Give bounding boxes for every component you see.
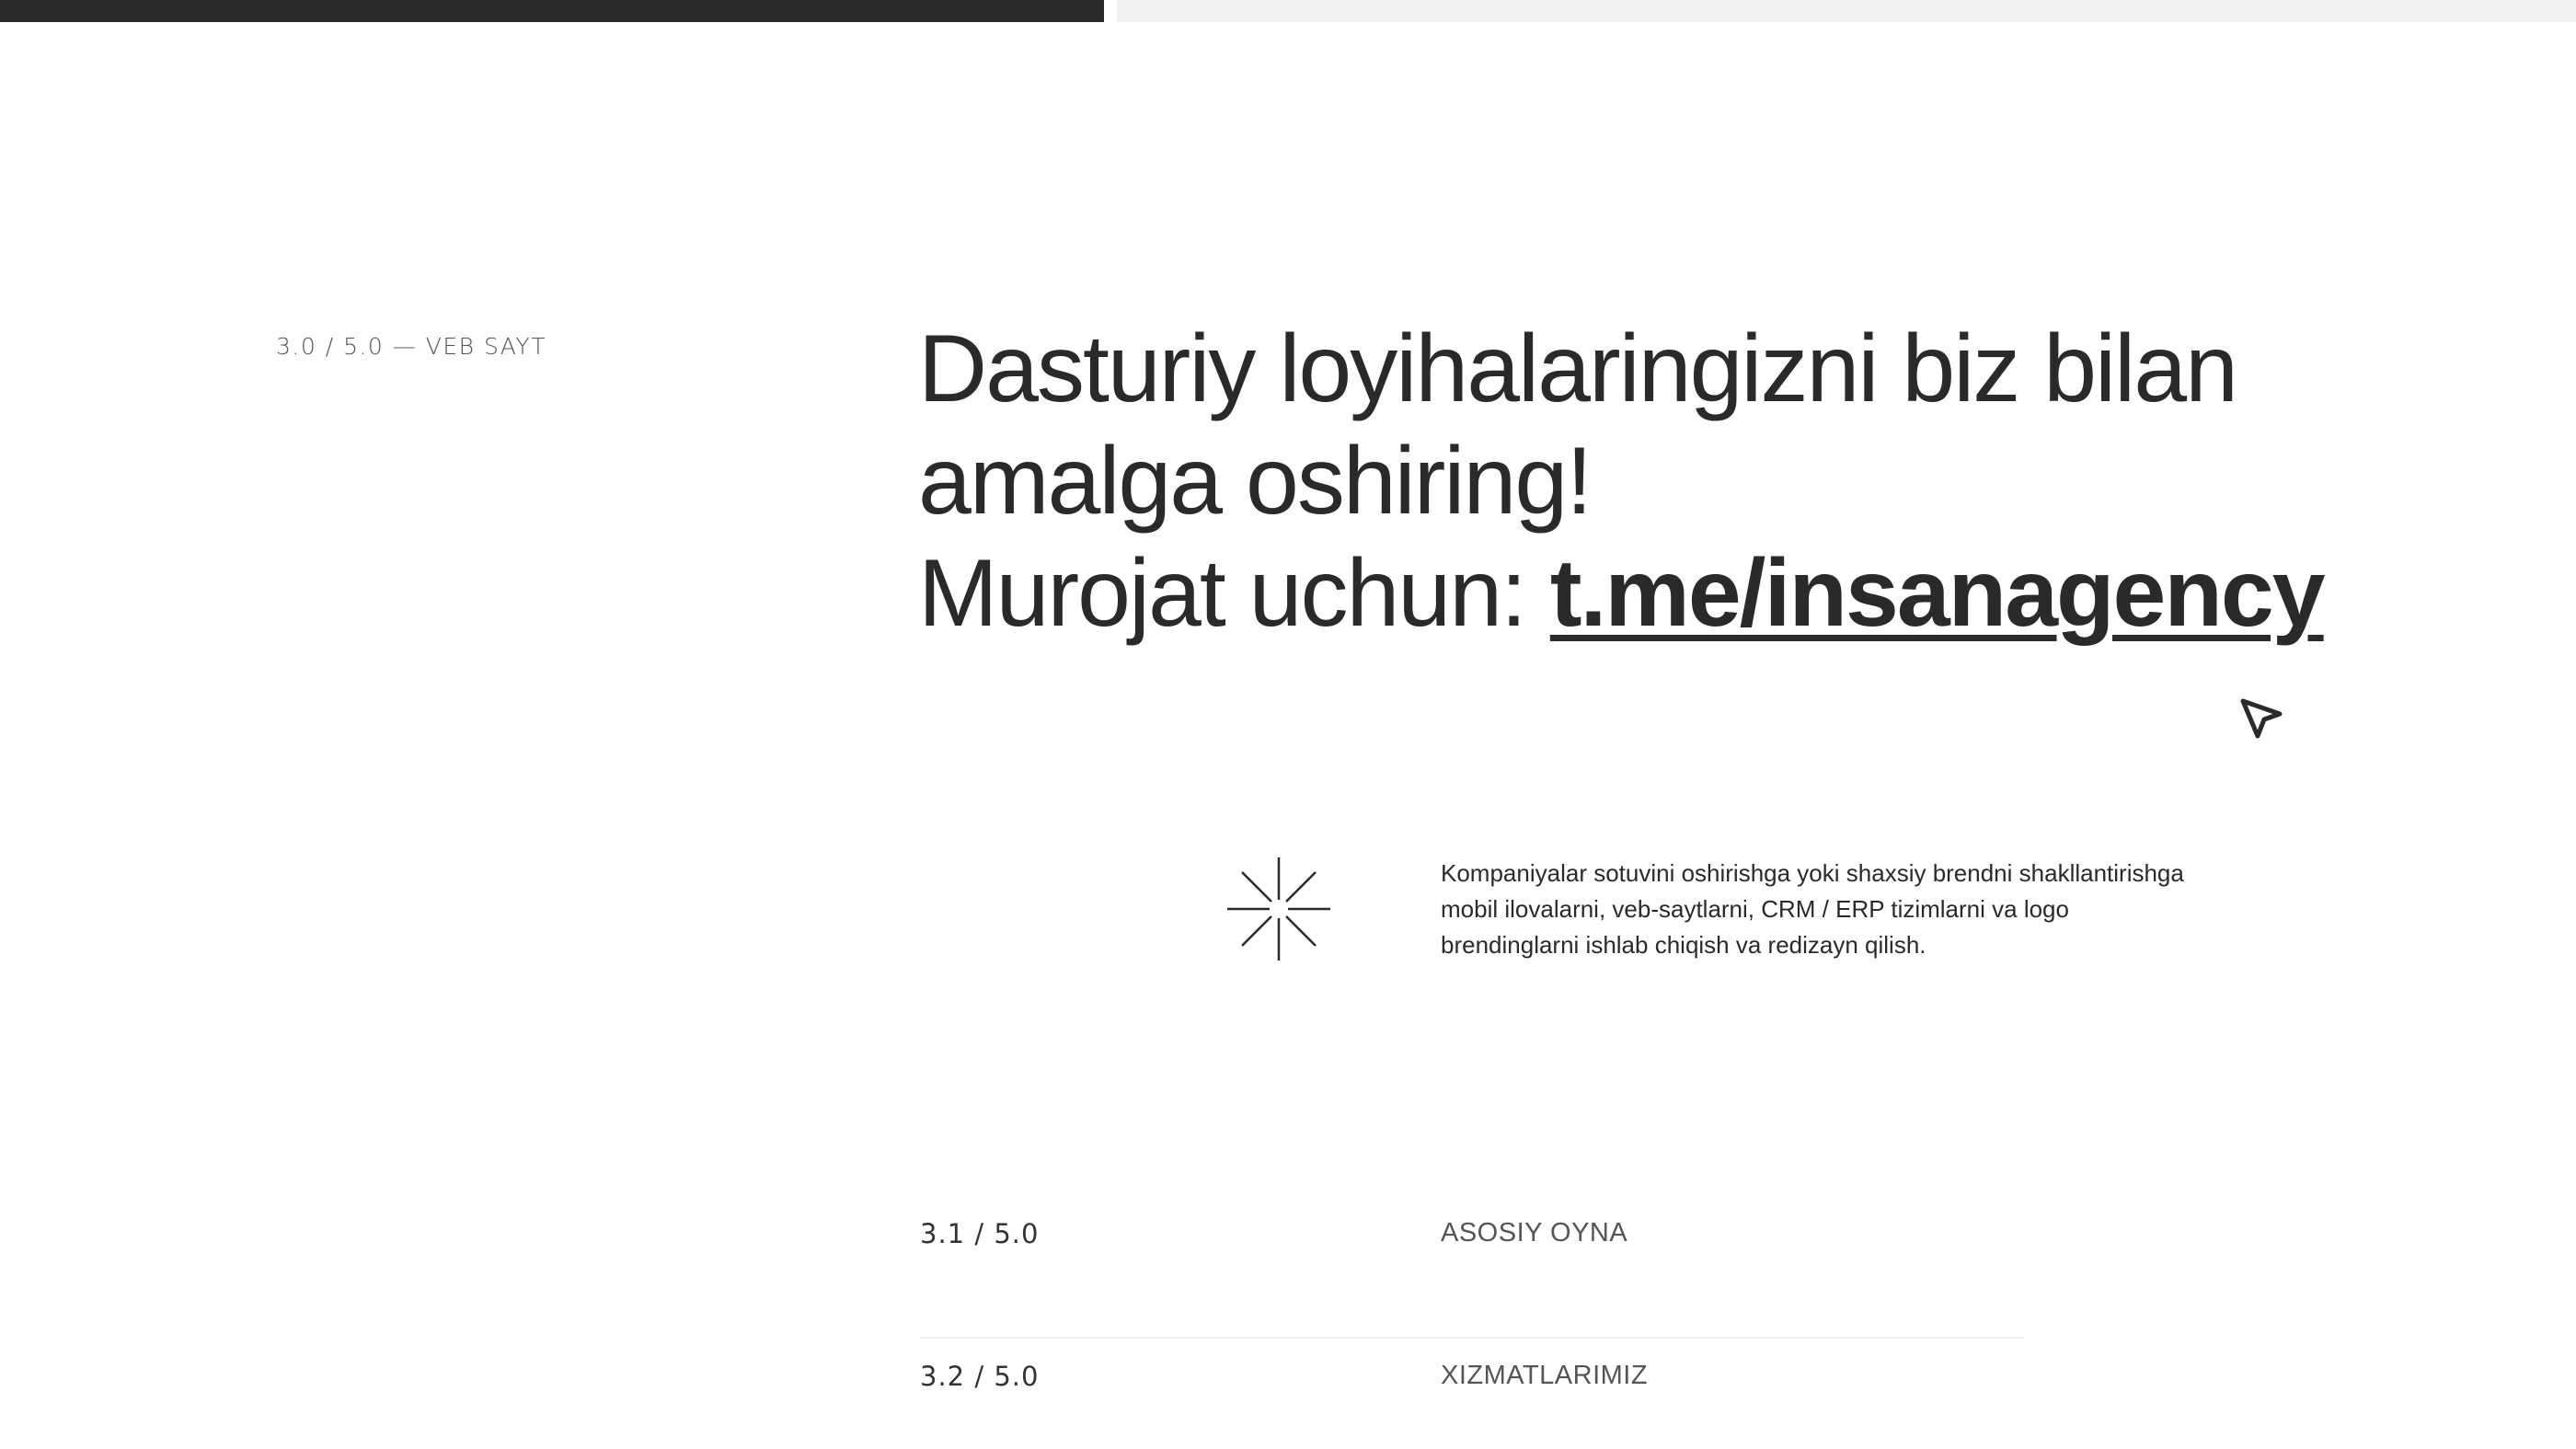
cursor-arrow-icon [2240,698,2283,739]
hero-line-2: amalga oshiring! [918,428,1593,535]
intro-description: Kompaniyalar sotuvini oshirishga yoki sh… [1441,859,2184,959]
index-row[interactable]: 3.2 / 5.0 XIZMATLARIMIZ [920,1339,2024,1449]
sparkle-star-icon [1227,857,1330,960]
contact-prefix: Murojat uchun: [918,540,1550,647]
index-number: 3.2 / 5.0 [920,1361,1040,1392]
section-label: 3.0 / 5.0 — VEB SAYT [276,333,546,360]
hero-line-1: Dasturiy loyihalaringizni biz bilan [918,316,2238,422]
hero-headline: Dasturiy loyihalaringizni biz bilan amal… [918,313,2353,650]
page: 3.0 / 5.0 — VEB SAYT Dasturiy loyihalari… [0,0,2576,1449]
hero-contact-line: Murojat uchun: t.me/insanagency [918,537,2353,650]
index-title[interactable]: XIZMATLARIMIZ [1441,1361,1648,1391]
top-progress-bar [0,0,1104,22]
index-row[interactable]: 3.1 / 5.0 ASOSIY OYNA [920,1196,2024,1339]
section-index-list: 3.1 / 5.0 ASOSIY OYNA 3.2 / 5.0 XIZMATLA… [920,1196,2024,1449]
top-progress-track [1117,0,2576,22]
index-number: 3.1 / 5.0 [920,1218,1040,1249]
telegram-link[interactable]: t.me/insanagency [1550,540,2326,647]
index-title[interactable]: ASOSIY OYNA [1441,1218,1627,1248]
